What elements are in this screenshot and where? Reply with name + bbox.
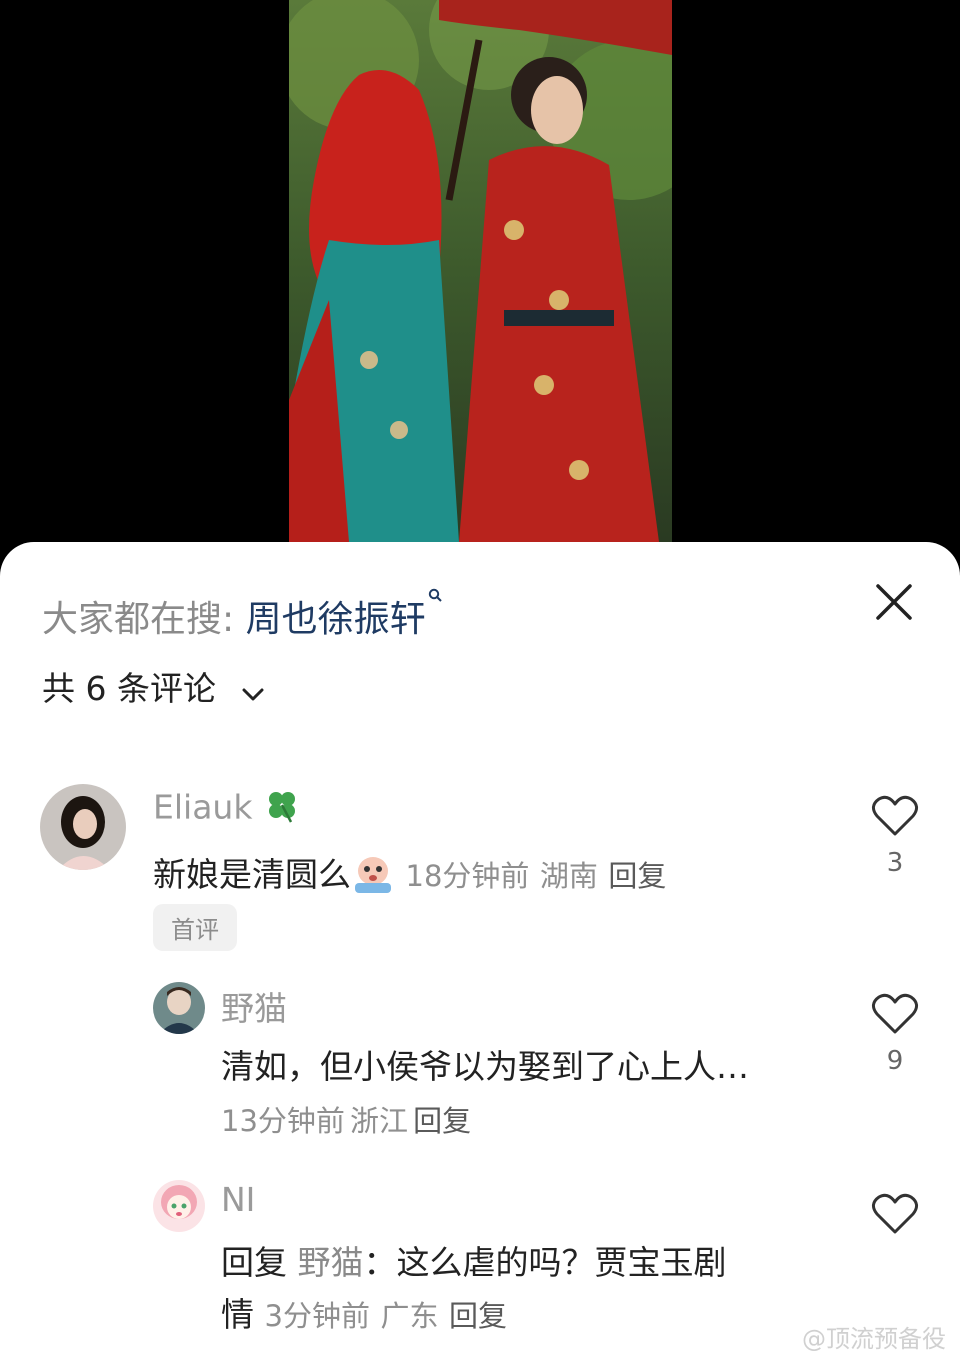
comment-username[interactable]: NI: [221, 1180, 255, 1219]
crying-emoji-icon: [351, 853, 395, 901]
comment-username[interactable]: 野猫: [221, 982, 287, 1030]
heart-icon: [871, 794, 919, 838]
video-thumbnail-image: [289, 0, 672, 542]
clover-icon: [263, 786, 301, 832]
trending-search-prefix: 大家都在搜: [42, 599, 223, 640]
like-count: 3: [886, 848, 904, 878]
comment-text: ：这么虐的吗？贾宝玉剧: [363, 1243, 727, 1282]
comment-text: 新娘是清圆么: [153, 855, 351, 894]
comment-text-line2: 情: [221, 1295, 254, 1334]
trending-search-term[interactable]: 周也徐振轩: [246, 599, 426, 640]
like-count: 9: [886, 1046, 904, 1076]
reply-button[interactable]: 回复: [413, 1104, 471, 1138]
video-player[interactable]: [0, 0, 960, 570]
trending-search-bar[interactable]: 大家都在搜: 周也徐振轩: [42, 588, 442, 642]
heart-icon: [871, 1192, 919, 1236]
comment-username[interactable]: Eliauk: [153, 786, 301, 832]
comment-time: 18分钟前: [405, 859, 530, 893]
reply-prefix: 回复: [221, 1243, 287, 1282]
chevron-down-icon: [242, 671, 264, 710]
reply-button[interactable]: 回复: [608, 859, 666, 893]
comment-location: 湖南: [539, 859, 598, 893]
comment-username-text: Eliauk: [153, 787, 253, 827]
comment-time: 13分钟前: [221, 1104, 345, 1138]
reply-to-user[interactable]: 野猫: [298, 1243, 364, 1282]
heart-icon: [871, 992, 919, 1036]
comment-content[interactable]: 回复 野猫：这么虐的吗？贾宝玉剧: [221, 1236, 727, 1284]
comment-content-continued[interactable]: 情 3分钟前 广东 回复: [221, 1288, 507, 1336]
like-button[interactable]: 9: [871, 992, 919, 1076]
search-icon: [428, 586, 442, 607]
avatar[interactable]: [40, 784, 126, 870]
close-icon[interactable]: [870, 578, 918, 626]
reply-button[interactable]: 回复: [449, 1299, 507, 1333]
like-button[interactable]: 3: [871, 794, 919, 878]
comment-count-label: 共 6 条评论: [42, 669, 216, 708]
comment-text[interactable]: 清如，但小侯爷以为娶到了心上人…: [221, 1040, 749, 1088]
avatar[interactable]: [153, 982, 205, 1034]
comment-location: 广东: [380, 1299, 439, 1333]
comment-time: 3分钟前: [264, 1299, 370, 1333]
comment-content[interactable]: 新娘是清圆么 18分钟前 湖南 回复: [153, 848, 666, 901]
avatar[interactable]: [153, 1180, 205, 1232]
comment-meta: 13分钟前 浙江 回复: [221, 1098, 471, 1140]
video-frame: [289, 0, 672, 542]
like-button[interactable]: [871, 1192, 919, 1236]
first-comment-badge: 首评: [153, 904, 237, 951]
comments-sheet: 大家都在搜: 周也徐振轩 共 6 条评论 Eliauk 新娘是清圆么 18分钟前…: [0, 542, 960, 1364]
watermark: @顶流预备役: [802, 1325, 946, 1353]
comment-count-sort[interactable]: 共 6 条评论: [42, 662, 264, 710]
trending-search-separator: :: [222, 599, 235, 640]
comment-location: 浙江: [350, 1104, 409, 1138]
